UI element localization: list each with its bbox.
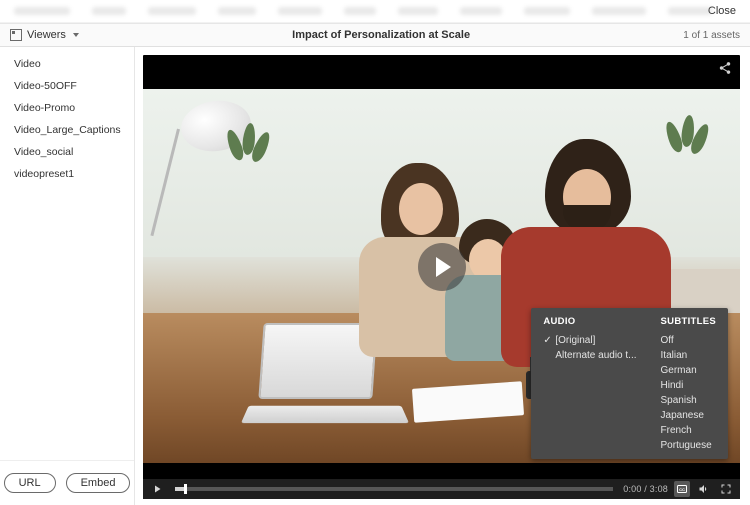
sub-bar: Viewers Impact of Personalization at Sca… (0, 23, 750, 47)
play-overlay-button[interactable] (418, 243, 466, 291)
subtitles-header: SUBTITLES (661, 316, 716, 327)
volume-button[interactable] (696, 481, 712, 497)
preset-item[interactable]: Video-50OFF (0, 75, 134, 97)
top-bar: Close (0, 0, 750, 23)
subtitle-option[interactable]: Hindi (661, 378, 716, 393)
url-button[interactable]: URL (4, 473, 56, 493)
viewers-label: Viewers (27, 29, 66, 41)
subtitle-option[interactable]: Portuguese (661, 438, 716, 453)
video-controls: 0:00 / 3:08 CC (143, 479, 740, 499)
audio-option[interactable]: ✓[Original] (543, 333, 636, 348)
svg-text:CC: CC (679, 487, 685, 492)
preset-item[interactable]: Video-Promo (0, 97, 134, 119)
sidebar: Video Video-50OFF Video-Promo Video_Larg… (0, 47, 135, 505)
preset-list: Video Video-50OFF Video-Promo Video_Larg… (0, 47, 134, 460)
embed-button[interactable]: Embed (66, 473, 131, 493)
sidebar-actions: URL Embed (0, 460, 134, 505)
subtitles-column: SUBTITLES Off Italian German Hindi Spani… (649, 316, 728, 453)
subtitle-option[interactable]: Japanese (661, 408, 716, 423)
fullscreen-button[interactable] (718, 481, 734, 497)
captions-button[interactable]: CC (674, 481, 690, 497)
subtitle-option[interactable]: Italian (661, 348, 716, 363)
subtitle-option[interactable]: French (661, 423, 716, 438)
subtitle-option[interactable]: Spanish (661, 393, 716, 408)
preset-item[interactable]: Video_social (0, 141, 134, 163)
viewer-area: AUDIO ✓[Original] Alternate audio t... S… (135, 47, 750, 505)
subtitle-option[interactable]: Off (661, 333, 716, 348)
close-button[interactable]: Close (708, 5, 736, 17)
asset-counter: 1 of 1 assets (683, 30, 740, 41)
page-title: Impact of Personalization at Scale (79, 29, 683, 41)
captions-audio-menu: AUDIO ✓[Original] Alternate audio t... S… (531, 308, 728, 459)
video-stage: AUDIO ✓[Original] Alternate audio t... S… (143, 55, 740, 499)
audio-column: AUDIO ✓[Original] Alternate audio t... (531, 316, 648, 453)
audio-option[interactable]: Alternate audio t... (543, 348, 636, 363)
blurred-menu (0, 0, 712, 22)
audio-header: AUDIO (543, 316, 636, 327)
viewers-dropdown[interactable]: Viewers (10, 29, 79, 41)
viewers-icon (10, 29, 22, 41)
subtitle-option[interactable]: German (661, 363, 716, 378)
play-button[interactable] (149, 481, 165, 497)
time-display: 0:00 / 3:08 (623, 484, 668, 494)
main: Video Video-50OFF Video-Promo Video_Larg… (0, 47, 750, 505)
video-frame[interactable]: AUDIO ✓[Original] Alternate audio t... S… (143, 55, 740, 479)
preset-item[interactable]: Video (0, 53, 134, 75)
preset-item[interactable]: Video_Large_Captions (0, 119, 134, 141)
progress-bar[interactable] (175, 487, 613, 491)
preset-item[interactable]: videopreset1 (0, 163, 134, 185)
